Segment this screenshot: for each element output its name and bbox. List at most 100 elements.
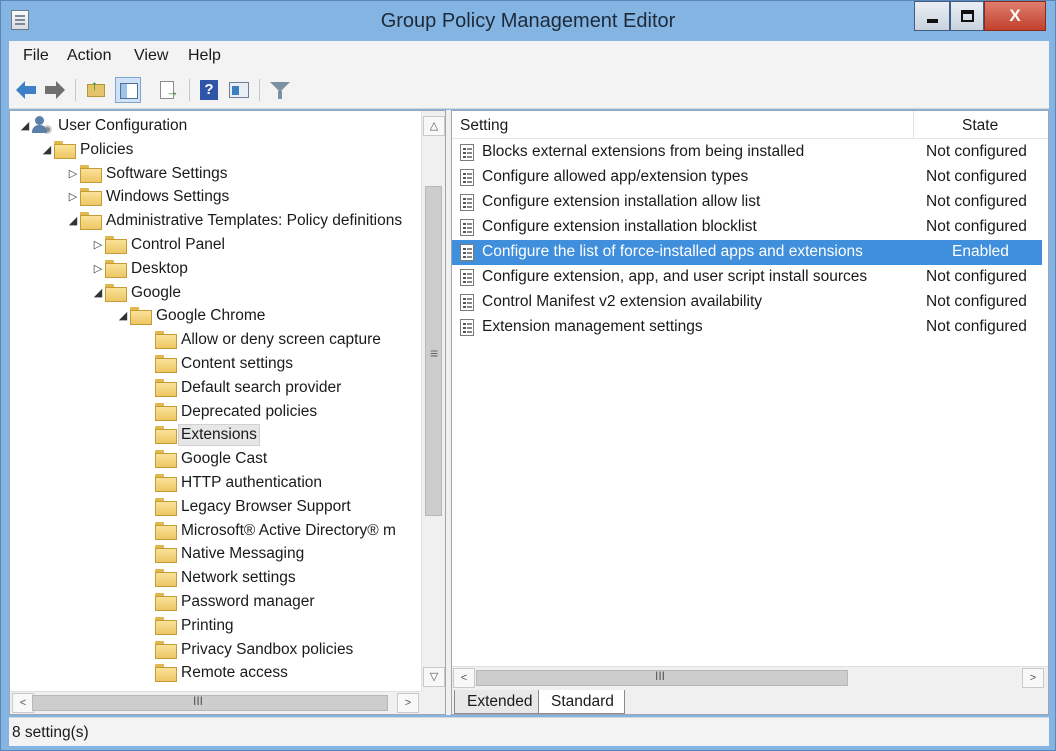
scroll-right-button[interactable]: >	[397, 693, 419, 713]
help-button[interactable]: ?	[196, 77, 222, 103]
scroll-left-button[interactable]: <	[453, 668, 475, 688]
folder-icon	[155, 402, 177, 421]
tree-item-label: Extensions	[178, 424, 260, 447]
tree-item-label: Default search provider	[181, 378, 342, 396]
tree-item[interactable]: Privacy Sandbox policies	[10, 639, 420, 662]
title-bar[interactable]: Group Policy Management Editor X	[1, 1, 1055, 41]
setting-row[interactable]: Configure extension installation allow l…	[452, 190, 1042, 215]
tree-item-label: Privacy Sandbox policies	[181, 640, 354, 658]
settings-pane: Setting State Blocks external extensions…	[451, 110, 1049, 715]
setting-row[interactable]: Configure the list of force-installed ap…	[452, 240, 1042, 265]
setting-state: Not configured	[926, 193, 1027, 210]
tree-item[interactable]: ▷ Control Panel	[10, 234, 420, 257]
tree-item[interactable]: ◢ Administrative Templates: Policy defini…	[10, 210, 420, 233]
policy-setting-icon	[460, 169, 474, 186]
tree-item[interactable]: Password manager	[10, 591, 420, 614]
folder-icon	[80, 164, 102, 183]
setting-row[interactable]: Control Manifest v2 extension availabili…	[452, 290, 1042, 315]
collapse-arrow-icon[interactable]: ◢	[92, 286, 104, 299]
tree-item[interactable]: Extensions	[10, 424, 420, 447]
tree-item[interactable]: ▷ Windows Settings	[10, 186, 420, 209]
folder-icon	[105, 236, 127, 254]
tree-item[interactable]: Google Cast	[10, 448, 420, 471]
column-header-state[interactable]: State	[962, 117, 998, 135]
tree-item[interactable]: HTTP authentication	[10, 472, 420, 495]
maximize-icon	[961, 10, 974, 22]
collapse-arrow-icon[interactable]: ◢	[19, 119, 31, 132]
tree-item[interactable]: Deprecated policies	[10, 401, 420, 424]
expand-arrow-icon[interactable]: ▷	[92, 262, 104, 275]
folder-icon	[105, 283, 127, 302]
scroll-thumb[interactable]: III	[476, 669, 848, 686]
gear-icon	[43, 125, 52, 134]
tree-item[interactable]: Microsoft® Active Directory® m	[10, 520, 420, 543]
scroll-left-button[interactable]: <	[12, 693, 34, 713]
setting-state: Not configured	[926, 293, 1027, 310]
tree-item[interactable]: Allow or deny screen capture	[10, 329, 420, 352]
tree-item-label: Printing	[181, 616, 234, 634]
grip-icon: ≡	[430, 345, 439, 361]
show-hide-tree-button[interactable]	[115, 77, 141, 103]
tab-standard[interactable]: Standard	[538, 690, 625, 714]
menu-help[interactable]: Help	[188, 47, 221, 65]
setting-row[interactable]: Configure allowed app/extension types Not…	[452, 165, 1042, 190]
tree-item[interactable]: Native Messaging	[10, 543, 420, 566]
tree-item[interactable]: ◢ Google	[10, 282, 420, 305]
setting-name: Control Manifest v2 extension availabili…	[482, 293, 762, 310]
folder-icon	[155, 521, 177, 540]
tree-item[interactable]: ◢ User Configuration	[10, 115, 420, 138]
filter-button[interactable]	[267, 77, 293, 103]
close-button[interactable]: X	[984, 1, 1046, 31]
expand-arrow-icon[interactable]: ▷	[67, 167, 79, 180]
setting-row[interactable]: Configure extension, app, and user scrip…	[452, 265, 1042, 290]
tree-horizontal-scrollbar[interactable]: < III >	[10, 691, 421, 714]
list-horizontal-scrollbar[interactable]: < III >	[452, 666, 1048, 689]
scroll-thumb[interactable]: ≡	[425, 186, 442, 516]
scroll-thumb[interactable]: III	[32, 694, 388, 711]
properties-button[interactable]	[226, 77, 252, 103]
tree-item[interactable]: Legacy Browser Support	[10, 496, 420, 519]
tree-item-label: Password manager	[181, 593, 315, 610]
export-list-button[interactable]	[155, 77, 181, 103]
scroll-up-button[interactable]: △	[423, 116, 445, 136]
setting-state: Not configured	[926, 218, 1027, 235]
menu-view[interactable]: View	[134, 47, 168, 65]
scroll-right-button[interactable]: >	[1022, 668, 1044, 688]
tree-item-label: Native Messaging	[181, 545, 305, 563]
policy-setting-icon	[460, 144, 474, 161]
setting-row[interactable]: Extension management settings Not configu…	[452, 315, 1042, 340]
setting-row[interactable]: Configure extension installation blockli…	[452, 215, 1042, 240]
collapse-arrow-icon[interactable]: ◢	[117, 309, 129, 322]
expand-arrow-icon[interactable]: ▷	[67, 190, 79, 203]
tree-item[interactable]: ▷ Software Settings	[10, 163, 420, 186]
tree-item[interactable]: ▷ Desktop	[10, 258, 420, 281]
tree-item[interactable]: Content settings	[10, 353, 420, 376]
back-button[interactable]	[13, 77, 39, 103]
grip-icon: III	[655, 669, 666, 683]
tree-item[interactable]: Network settings	[10, 567, 420, 590]
minimize-button[interactable]	[914, 1, 950, 31]
tree-item[interactable]: Printing	[10, 615, 420, 638]
up-one-level-button[interactable]	[83, 77, 109, 103]
menu-file[interactable]: File	[23, 47, 49, 65]
scroll-corner	[421, 691, 445, 714]
maximize-button[interactable]	[950, 1, 984, 31]
tree-item[interactable]: ◢ Google Chrome	[10, 305, 420, 328]
tree-item[interactable]: Default search provider	[10, 377, 420, 400]
tab-extended[interactable]: Extended	[454, 690, 544, 714]
policy-setting-icon	[460, 294, 474, 311]
expand-arrow-icon[interactable]: ▷	[92, 238, 104, 251]
setting-row[interactable]: Blocks external extensions from being in…	[452, 140, 1042, 165]
tree-vertical-scrollbar[interactable]: △ ≡ ▽	[421, 111, 445, 691]
scroll-down-button[interactable]: ▽	[423, 667, 445, 687]
tree-item[interactable]: ◢ Policies	[10, 139, 420, 162]
forward-button[interactable]	[42, 77, 68, 103]
minimize-icon	[927, 19, 938, 23]
menu-action[interactable]: Action	[67, 47, 111, 65]
column-divider[interactable]	[913, 111, 914, 139]
window-title: Group Policy Management Editor	[380, 10, 676, 32]
tree-item[interactable]: Remote access	[10, 662, 420, 685]
column-header-setting[interactable]: Setting	[460, 117, 508, 135]
collapse-arrow-icon[interactable]: ◢	[67, 214, 79, 227]
collapse-arrow-icon[interactable]: ◢	[41, 143, 53, 156]
